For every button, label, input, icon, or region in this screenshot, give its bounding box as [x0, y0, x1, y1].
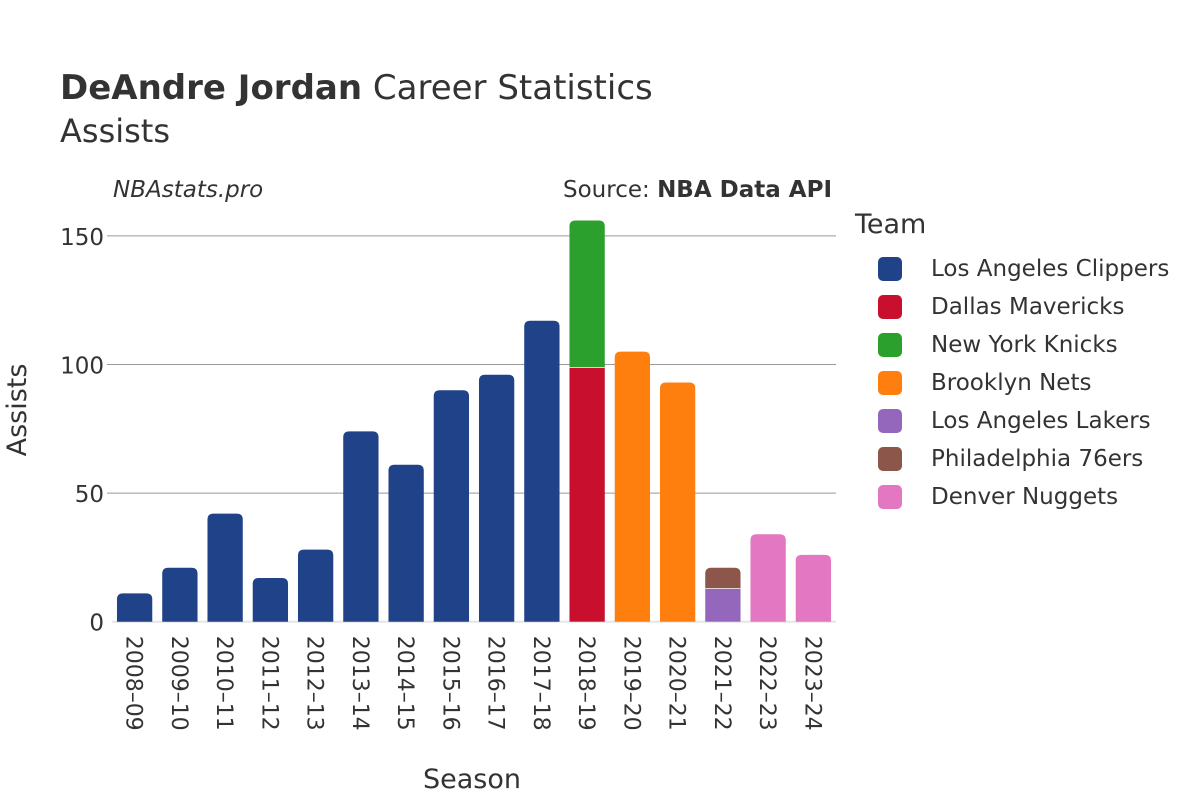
legend-item[interactable]: New York Knicks: [878, 326, 1169, 364]
x-tick-label: 2013–14: [347, 636, 372, 731]
y-axis-label: Assists: [2, 364, 33, 457]
x-axis-ticks: 2008–09 2009–10 2010–11 2011–12 2012–13 2013–…: [121, 636, 825, 731]
legend-label: Denver Nuggets: [931, 484, 1119, 510]
x-tick-label: 2008–09: [121, 636, 146, 731]
x-tick-label: 2009–10: [166, 636, 191, 731]
y-tick-label: 150: [60, 225, 104, 251]
legend-swatch: [878, 295, 902, 319]
legend-swatch: [878, 371, 902, 395]
legend-label: New York Knicks: [931, 332, 1118, 358]
legend-label: Los Angeles Clippers: [931, 256, 1170, 282]
y-tick-label: 0: [89, 611, 104, 637]
x-tick-label: 2020–21: [664, 636, 689, 731]
x-tick-label: 2012–13: [302, 636, 327, 731]
legend: Los Angeles Clippers Dallas Mavericks New …: [878, 250, 1169, 516]
bar-2017–18-los-angeles-clippers: [524, 320, 560, 622]
x-tick-label: 2023–24: [799, 636, 824, 731]
bar-2019–20-brooklyn-nets: [614, 351, 651, 622]
y-axis-ticks: 0 50 100 150: [60, 225, 104, 637]
bars: [116, 220, 832, 622]
bar-2018–19-dallas-mavericks: [569, 367, 605, 622]
legend-swatch: [878, 447, 902, 471]
y-tick-label: 100: [60, 354, 104, 380]
legend-item[interactable]: Dallas Mavericks: [878, 288, 1169, 326]
legend-swatch: [878, 257, 902, 281]
bar-2011–12-los-angeles-clippers: [252, 577, 289, 622]
legend-item[interactable]: Denver Nuggets: [878, 478, 1169, 516]
y-tick-label: 50: [75, 482, 104, 508]
x-tick-label: 2016–17: [483, 636, 508, 731]
bar-2012–13-los-angeles-clippers: [297, 549, 334, 622]
legend-title: Team: [855, 209, 927, 240]
x-tick-label: 2017–18: [528, 636, 553, 731]
bar-2022–23-denver-nuggets: [750, 534, 786, 622]
bar-2013–14-los-angeles-clippers: [343, 431, 379, 622]
bar-2015–16-los-angeles-clippers: [433, 390, 470, 622]
bar-2016–17-los-angeles-clippers: [478, 374, 515, 622]
x-tick-label: 2010–11: [211, 636, 236, 731]
x-tick-label: 2022–23: [754, 636, 779, 731]
bar-2020–21-brooklyn-nets: [659, 382, 696, 622]
bar-2014–15-los-angeles-clippers: [388, 464, 424, 622]
legend-item[interactable]: Philadelphia 76ers: [878, 440, 1169, 478]
bar-2010–11-los-angeles-clippers: [207, 513, 243, 622]
bar-2008–09-los-angeles-clippers: [116, 593, 153, 622]
x-tick-label: 2015–16: [437, 636, 462, 731]
legend-label: Brooklyn Nets: [931, 370, 1092, 396]
legend-item[interactable]: Brooklyn Nets: [878, 364, 1169, 402]
x-tick-label: 2018–19: [573, 636, 598, 731]
x-tick-label: 2011–12: [256, 636, 281, 731]
legend-item[interactable]: Los Angeles Clippers: [878, 250, 1169, 288]
legend-label: Dallas Mavericks: [931, 294, 1125, 320]
x-axis-label: Season: [423, 764, 521, 795]
x-tick-label: 2019–20: [618, 636, 643, 731]
bar-2021–22-los-angeles-lakers: [705, 588, 741, 622]
bar-2018–19-new-york-knicks: [569, 220, 605, 368]
legend-item[interactable]: Los Angeles Lakers: [878, 402, 1169, 440]
legend-label: Los Angeles Lakers: [931, 408, 1151, 434]
legend-swatch: [878, 409, 902, 433]
legend-swatch: [878, 333, 902, 357]
bar-2021–22-philadelphia-76ers: [705, 567, 741, 589]
bar-2023–24-denver-nuggets: [795, 554, 832, 622]
x-tick-label: 2021–22: [709, 636, 734, 731]
x-tick-label: 2014–15: [392, 636, 417, 731]
legend-label: Philadelphia 76ers: [931, 446, 1144, 472]
legend-swatch: [878, 485, 902, 509]
bar-2009–10-los-angeles-clippers: [162, 567, 198, 622]
